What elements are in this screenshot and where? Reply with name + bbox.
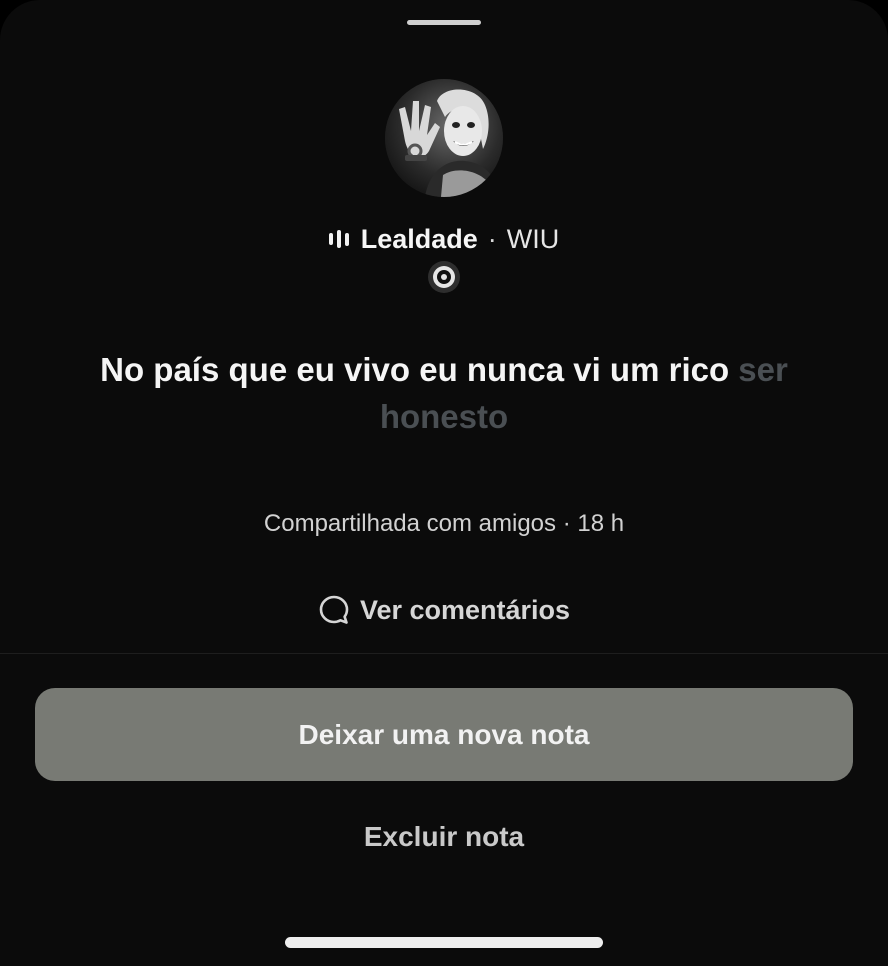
comment-bubble-icon bbox=[319, 595, 349, 624]
note-bottom-sheet: Lealdade · WIU No país que eu vivo eu nu… bbox=[0, 0, 888, 966]
view-comments-label: Ver comentários bbox=[359, 594, 571, 625]
avatar-photo bbox=[385, 79, 503, 197]
music-attachment[interactable]: Lealdade · WIU bbox=[0, 220, 888, 258]
leave-new-note-button[interactable]: Deixar uma nova nota bbox=[35, 688, 853, 781]
vinyl-disc-icon[interactable] bbox=[427, 260, 461, 294]
divider bbox=[0, 653, 888, 654]
delete-note-button[interactable]: Excluir nota bbox=[0, 815, 888, 859]
song-title: Lealdade bbox=[360, 223, 478, 254]
view-comments-button[interactable]: Ver comentários bbox=[0, 590, 888, 630]
home-indicator[interactable] bbox=[285, 937, 603, 948]
note-text-visible: No país que eu vivo eu nunca vi um rico bbox=[100, 351, 730, 388]
music-separator: · bbox=[487, 223, 497, 254]
sheet-grabber-handle[interactable] bbox=[407, 20, 481, 25]
artist-name: WIU bbox=[506, 223, 560, 254]
note-text: No país que eu vivo eu nunca vi um rico … bbox=[60, 346, 828, 440]
avatar[interactable] bbox=[385, 79, 503, 197]
share-audience-timestamp: Compartilhada com amigos · 18 h bbox=[263, 510, 625, 537]
audio-bars-icon bbox=[328, 229, 349, 249]
